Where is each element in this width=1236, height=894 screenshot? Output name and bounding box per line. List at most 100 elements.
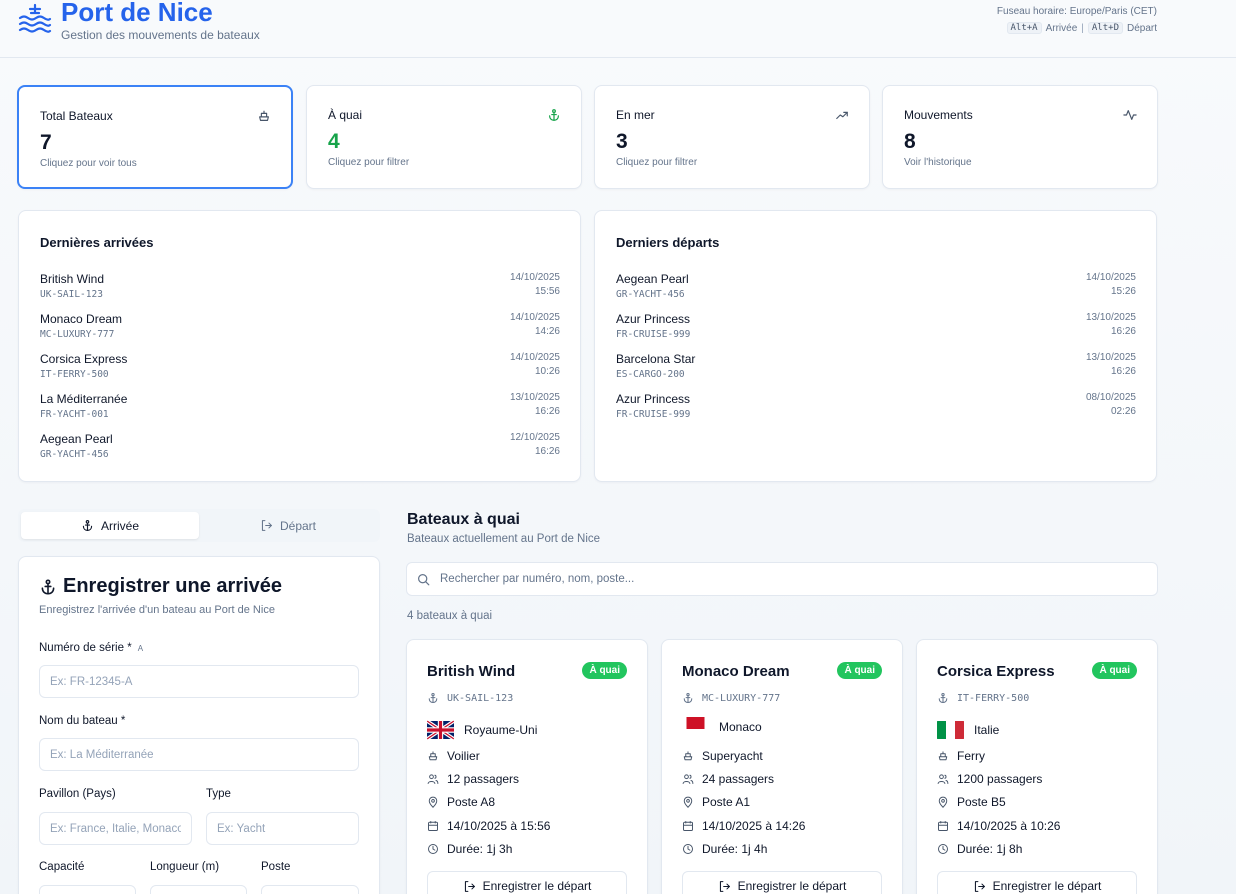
list-item[interactable]: Monaco Dream MC-LUXURY-777 14/10/2025 14… [40,312,560,352]
type-row: Voilier [427,749,480,763]
tab-arrival-label: Arrivée [100,518,139,533]
type-row: Ferry [937,749,985,763]
stat-label: En mer [616,108,655,122]
movement-time: 02:26 [1110,406,1136,417]
movement-time: 16:26 [1110,366,1136,377]
waves-ship-icon [18,3,52,33]
recent-arrivals-panel: Dernières arrivées British Wind UK-SAIL-… [18,210,581,482]
boat-arrival: 14/10/2025 à 14:26 [702,819,806,833]
serial-input[interactable] [39,665,359,698]
stat-value: 7 [40,131,52,154]
boat-passengers: 24 passagers [702,772,775,786]
list-item[interactable]: Aegean Pearl GR-YACHT-456 14/10/2025 15:… [616,272,1136,312]
duration-row: Durée: 1j 8h [937,842,1022,856]
boat-serial: UK-SAIL-123 [447,692,514,704]
boat-name-input[interactable] [39,738,359,771]
log-out-icon [719,880,730,892]
boat-serial: MC-LUXURY-777 [40,329,115,340]
form-title: Enregistrer une arrivée [39,575,282,598]
berth-row: Poste B5 [937,795,1006,809]
stat-hint: Cliquez pour filtrer [328,157,410,168]
list-item[interactable]: La Méditerranée FR-YACHT-001 13/10/2025 … [40,392,560,432]
stat-card-movements[interactable]: Mouvements 8 Voir l'historique [882,85,1158,189]
movement-date: 14/10/2025 [509,272,560,283]
berth-input[interactable] [261,885,359,894]
form-subtitle: Enregistrez l'arrivée d'un bateau au Por… [39,604,275,616]
movement-time: 15:56 [534,286,560,297]
app-title: Port de Nice [61,0,213,27]
departure-shortcut-label: Départ [1126,22,1157,34]
activity-icon [1123,110,1137,120]
boat-serial-row: MC-LUXURY-777 [682,692,780,704]
boat-card[interactable]: Monaco Dream À quai MC-LUXURY-777 Monaco… [661,639,903,894]
boat-serial: MC-LUXURY-777 [702,692,781,704]
boat-type: Voilier [447,749,480,763]
country-name: Monaco [719,720,762,734]
boat-type: Superyacht [702,749,763,763]
anchor-icon [683,692,693,704]
boat-name: Azur Princess [616,392,691,406]
boat-berth: Poste B5 [957,795,1006,809]
register-departure-button[interactable]: Enregistrer le départ [937,871,1137,894]
list-item[interactable]: Aegean Pearl GR-YACHT-456 12/10/2025 16:… [40,432,560,472]
type-input[interactable] [206,812,359,845]
list-item[interactable]: Azur Princess FR-CRUISE-999 13/10/2025 1… [616,312,1136,352]
stat-card-at-sea[interactable]: En mer 3 Cliquez pour filtrer [594,85,870,189]
passengers-row: 24 passagers [682,772,774,786]
stat-hint: Cliquez pour filtrer [616,157,698,168]
italy-flag-icon [937,721,964,739]
monaco-flag-icon [686,717,705,729]
anchor-icon [549,109,559,121]
anchor-icon [41,578,55,595]
boat-card[interactable]: Corsica Express À quai IT-FERRY-500 Ital… [916,639,1158,894]
boat-arrival: 14/10/2025 à 15:56 [447,819,551,833]
form-title-text: Enregistrer une arrivée [63,575,282,597]
length-input[interactable] [150,885,247,894]
country-row: Italie [937,720,999,740]
docked-count: 4 bateaux à quai [407,610,493,622]
movement-time: 16:26 [1110,326,1136,337]
tab-departure[interactable]: Départ [199,512,377,539]
stat-card-docked[interactable]: À quai 4 Cliquez pour filtrer [306,85,582,189]
register-departure-button[interactable]: Enregistrer le départ [682,871,882,894]
timezone-label: Fuseau horaire: Europe/Paris (CET) [996,6,1157,17]
register-departure-button[interactable]: Enregistrer le départ [427,871,627,894]
tab-arrival[interactable]: Arrivée [21,512,199,539]
flag-input[interactable] [39,812,192,845]
recent-arrivals-title: Dernières arrivées [40,235,154,250]
boat-name: Corsica Express [40,352,128,366]
stat-label: Total Bateaux [40,109,113,123]
app-subtitle: Gestion des mouvements de bateaux [61,28,260,42]
calendar-icon [938,821,948,831]
list-item[interactable]: Corsica Express IT-FERRY-500 14/10/2025 … [40,352,560,392]
map-pin-icon [938,796,948,808]
country-name: Italie [974,723,1000,737]
boat-serial: FR-YACHT-001 [40,409,109,420]
boat-card[interactable]: British Wind À quai UK-SAIL-123 Royaume-… [406,639,648,894]
docked-search[interactable] [406,562,1158,596]
arrival-form: Enregistrer une arrivée Enregistrez l'ar… [18,556,380,894]
boat-name-label: Nom du bateau * [39,715,126,727]
length-label: Longueur (m) [150,861,220,873]
movement-date: 08/10/2025 [1085,392,1136,403]
list-item[interactable]: Barcelona Star ES-CARGO-200 13/10/2025 1… [616,352,1136,392]
boat-name: British Wind [40,272,105,286]
recent-departures-list: Aegean Pearl GR-YACHT-456 14/10/2025 15:… [616,272,1136,432]
search-input[interactable] [440,563,1140,595]
capacity-input[interactable] [39,885,136,894]
boat-passengers: 12 passagers [447,772,520,786]
docked-subtitle: Bateaux actuellement au Port de Nice [407,533,601,545]
serial-hint: A [137,644,144,653]
stat-card-total[interactable]: Total Bateaux 7 Cliquez pour voir tous [17,85,293,189]
boat-serial: UK-SAIL-123 [40,289,103,300]
departure-shortcut-key: Alt+D [1087,22,1123,34]
boat-serial-row: UK-SAIL-123 [427,692,513,704]
clock-icon [683,844,693,854]
list-item[interactable]: British Wind UK-SAIL-123 14/10/2025 15:5… [40,272,560,312]
movement-date: 14/10/2025 [509,312,560,323]
movement-date: 13/10/2025 [509,392,560,403]
movement-date: 14/10/2025 [509,352,560,363]
arrival-date-row: 14/10/2025 à 10:26 [937,819,1060,833]
list-item[interactable]: Azur Princess FR-CRUISE-999 08/10/2025 0… [616,392,1136,432]
movement-time: 15:26 [1110,286,1136,297]
